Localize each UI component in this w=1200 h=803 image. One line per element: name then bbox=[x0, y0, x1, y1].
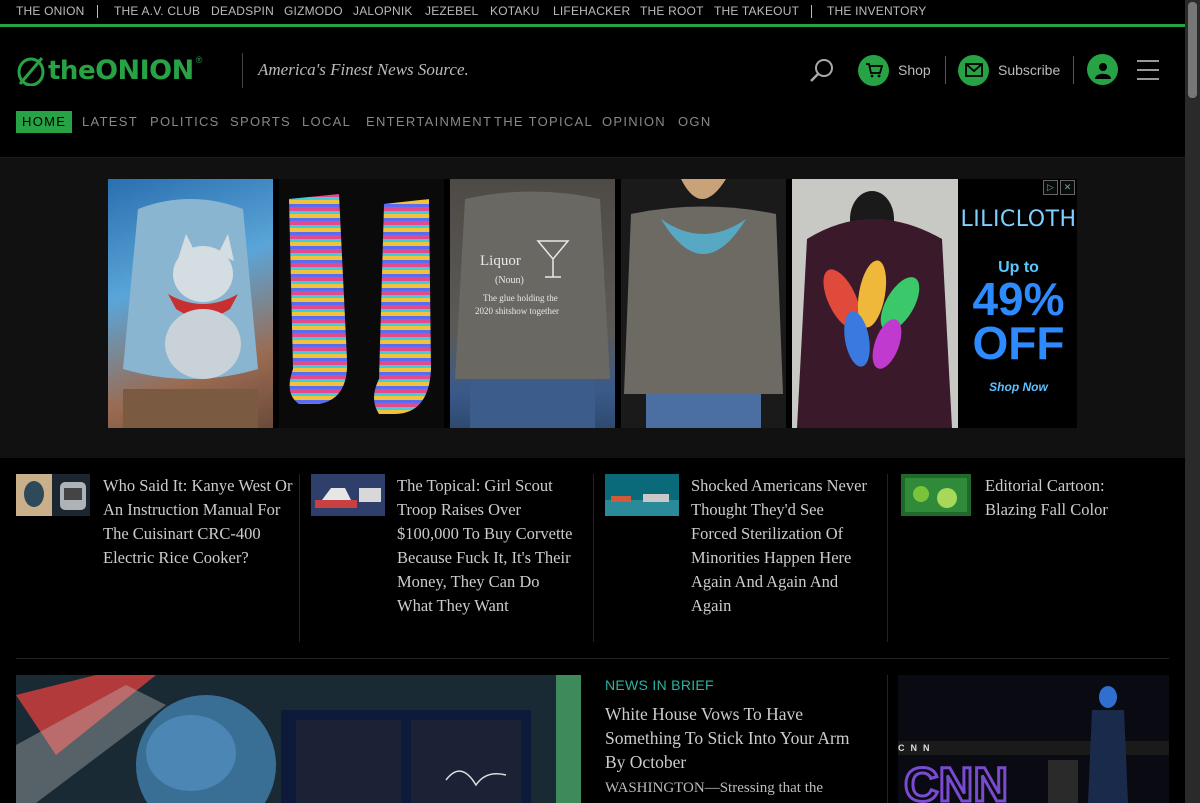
ad-image-knit-sweater[interactable] bbox=[621, 179, 786, 428]
story-thumbnail[interactable] bbox=[605, 474, 679, 516]
nav-the-topical[interactable]: THE TOPICAL bbox=[494, 111, 593, 133]
section-rule bbox=[16, 658, 1169, 659]
logo-onion: ONION bbox=[95, 54, 194, 86]
header-divider bbox=[945, 56, 946, 84]
column-divider bbox=[887, 474, 888, 642]
column-divider bbox=[299, 474, 300, 642]
cnn-strip-text: CNN bbox=[898, 743, 936, 753]
nav-local[interactable]: LOCAL bbox=[302, 111, 351, 133]
logo-registered-mark: ® bbox=[195, 55, 203, 65]
network-link-the-takeout[interactable]: THE TAKEOUT bbox=[714, 4, 799, 18]
tagline: America's Finest News Source. bbox=[258, 60, 469, 79]
story-title[interactable]: Editorial Cartoon: Blazing Fall Color bbox=[985, 474, 1160, 522]
network-link-av-club[interactable]: THE A.V. CLUB bbox=[114, 4, 200, 18]
ad-image-leaf-scarf[interactable] bbox=[792, 179, 958, 428]
mail-icon bbox=[958, 54, 989, 86]
story-thumbnail[interactable] bbox=[311, 474, 385, 516]
nav-latest[interactable]: LATEST bbox=[82, 111, 138, 133]
ad-image-liquor-sweatshirt[interactable]: Liquor (Noun) The glue holding the 2020 … bbox=[450, 179, 615, 428]
menu-icon[interactable] bbox=[1137, 60, 1159, 80]
brief-excerpt: WASHINGTON—Stressing that the bbox=[605, 780, 824, 796]
nav-sports[interactable]: SPORTS bbox=[230, 111, 291, 133]
logo-wordmark: theONION bbox=[48, 55, 194, 86]
hero-image[interactable] bbox=[16, 675, 581, 803]
story-title[interactable]: Who Said It: Kanye West Or An Instructio… bbox=[103, 474, 293, 570]
ad-brand-logo[interactable]: LILICLOTH bbox=[960, 207, 1077, 232]
nav-home[interactable]: HOME bbox=[16, 111, 73, 133]
ad-sweater-text-4: 2020 shitshow together bbox=[475, 306, 559, 316]
user-account-icon[interactable] bbox=[1087, 54, 1118, 85]
network-bar: THE ONION THE A.V. CLUB DEADSPIN GIZMODO… bbox=[0, 0, 1185, 27]
site-logo[interactable]: theONION ® bbox=[16, 52, 202, 88]
story-title[interactable]: Shocked Americans Never Thought They'd S… bbox=[691, 474, 871, 618]
adchoices-icon[interactable]: ▷ bbox=[1043, 180, 1058, 195]
ad-sweater-text-1: Liquor bbox=[480, 253, 521, 269]
subscribe-button[interactable]: Subscribe bbox=[958, 54, 1060, 86]
onion-leaf-icon bbox=[17, 57, 45, 86]
cnn-logo: CNN bbox=[904, 759, 1008, 803]
nav-ogn[interactable]: OGN bbox=[678, 111, 712, 133]
ad-choices: ▷ ✕ bbox=[1043, 180, 1075, 195]
story-title[interactable]: The Topical: Girl Scout Troop Raises Ove… bbox=[397, 474, 577, 618]
ad-image-cat-sweater[interactable] bbox=[108, 179, 273, 428]
network-link-gizmodo[interactable]: GIZMODO bbox=[284, 4, 343, 18]
story-thumbnail[interactable] bbox=[16, 474, 90, 516]
network-separator bbox=[97, 5, 98, 18]
network-link-the-root[interactable]: THE ROOT bbox=[640, 4, 704, 18]
ad-close-icon[interactable]: ✕ bbox=[1060, 180, 1075, 195]
story-thumbnail[interactable] bbox=[901, 474, 971, 516]
ad-sweater-text-3: The glue holding the bbox=[483, 293, 558, 303]
shop-button[interactable]: Shop bbox=[858, 54, 931, 86]
network-separator bbox=[811, 5, 812, 18]
network-link-jalopnik[interactable]: JALOPNIK bbox=[353, 4, 413, 18]
banner-ad[interactable]: Liquor (Noun) The glue holding the 2020 … bbox=[108, 179, 1077, 428]
network-link-jezebel[interactable]: JEZEBEL bbox=[425, 4, 478, 18]
network-link-kotaku[interactable]: KOTAKU bbox=[490, 4, 540, 18]
network-link-the-inventory[interactable]: THE INVENTORY bbox=[827, 4, 927, 18]
subscribe-label: Subscribe bbox=[998, 62, 1061, 78]
ad-sweater-text-2: (Noun) bbox=[495, 275, 524, 286]
page-scrollbar[interactable] bbox=[1185, 0, 1200, 803]
network-link-deadspin[interactable]: DEADSPIN bbox=[211, 4, 274, 18]
network-link-lifehacker[interactable]: LIFEHACKER bbox=[553, 4, 630, 18]
side-story-image[interactable]: CNN CNN bbox=[898, 675, 1169, 803]
nav-opinion[interactable]: OPINION bbox=[602, 111, 666, 133]
logo-the: the bbox=[48, 55, 96, 86]
header-divider bbox=[1073, 56, 1074, 84]
nav-politics[interactable]: POLITICS bbox=[150, 111, 220, 133]
header-divider bbox=[242, 53, 243, 88]
ad-discount: 49% OFF bbox=[960, 276, 1077, 366]
news-in-brief-kicker[interactable]: NEWS IN BRIEF bbox=[605, 677, 714, 693]
column-divider bbox=[593, 474, 594, 642]
ad-shop-now-button[interactable]: Shop Now bbox=[960, 380, 1077, 394]
brief-headline[interactable]: White House Vows To Have Something To St… bbox=[605, 702, 855, 774]
cart-icon bbox=[858, 54, 889, 86]
nav-entertainment[interactable]: ENTERTAINMENT bbox=[366, 111, 492, 133]
ad-image-socks[interactable] bbox=[279, 179, 444, 428]
column-divider bbox=[887, 675, 888, 803]
shop-label: Shop bbox=[898, 62, 931, 78]
ad-discount-off: OFF bbox=[972, 317, 1065, 369]
scrollbar-thumb[interactable] bbox=[1188, 2, 1197, 98]
network-link-the-onion[interactable]: THE ONION bbox=[16, 4, 84, 18]
search-icon[interactable] bbox=[809, 57, 835, 83]
